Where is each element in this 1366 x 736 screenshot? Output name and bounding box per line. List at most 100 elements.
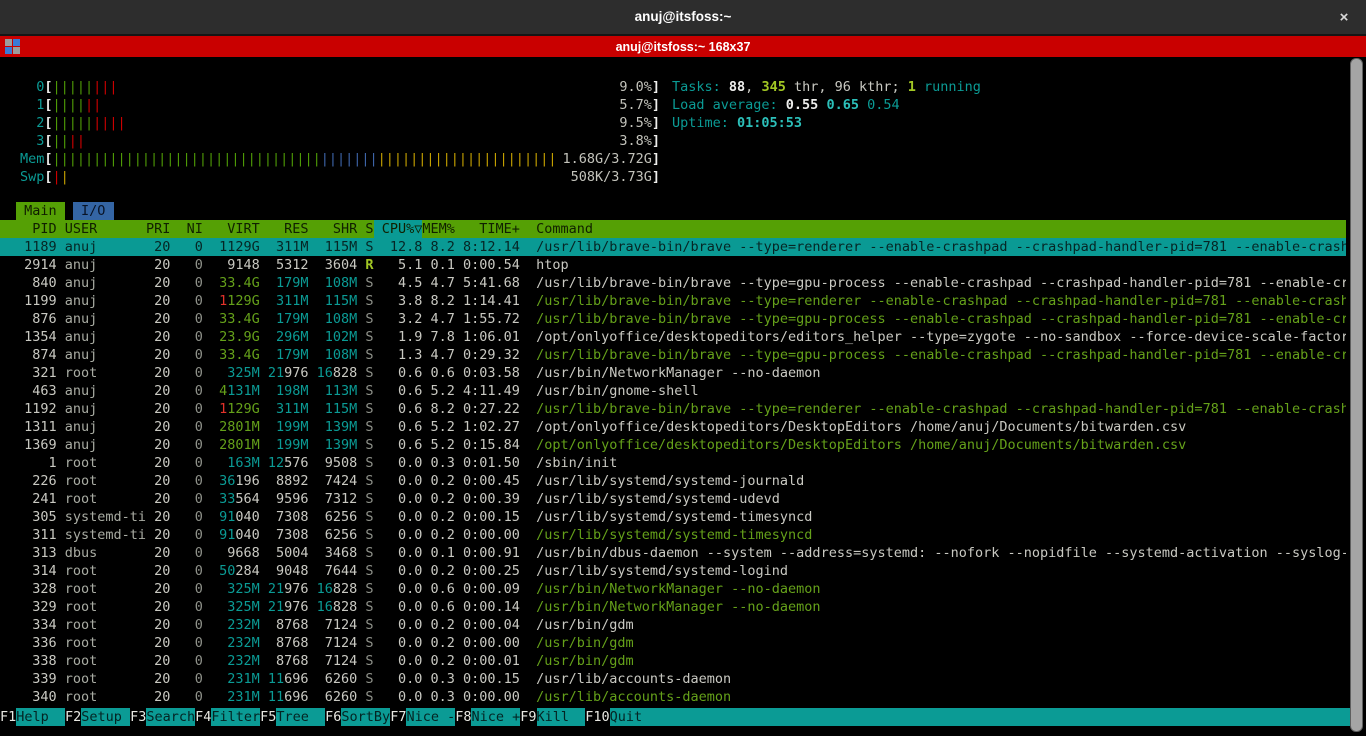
process-command: /usr/bin/NetworkManager --no-daemon <box>520 598 1346 616</box>
fkey-f1[interactable]: F1 <box>0 708 16 726</box>
header-meters-area: 0[||||||||9.0%]1[||||||5.7%]2[|||||||||9… <box>0 57 1366 186</box>
fkey-f3[interactable]: F3 <box>130 708 146 726</box>
process-row-1189[interactable]: 1189anuj2001129G311M115MS12.88.28:12.14/… <box>0 238 1346 256</box>
fkey-f6[interactable]: F6 <box>325 708 341 726</box>
column-header-time[interactable]: TIME+ <box>455 220 520 238</box>
process-command: /opt/onlyoffice/desktopeditors/DesktopEd… <box>520 436 1346 454</box>
process-command: /usr/lib/brave-bin/brave --type=gpu-proc… <box>520 346 1346 364</box>
process-row-840[interactable]: 840anuj20033.4G179M108MS4.54.75:41.68/us… <box>0 274 1346 292</box>
fkey-f9[interactable]: F9 <box>520 708 536 726</box>
process-command: /opt/onlyoffice/desktopeditors/editors_h… <box>520 328 1346 346</box>
process-command: /usr/lib/systemd/systemd-timesyncd <box>520 508 1346 526</box>
process-row-876[interactable]: 876anuj20033.4G179M108MS3.24.71:55.72/us… <box>0 310 1346 328</box>
fkey-f6-label[interactable]: SortBy <box>341 708 390 726</box>
process-command: /sbin/init <box>520 454 1346 472</box>
scrollbar-thumb[interactable] <box>1350 58 1363 732</box>
fkey-f1-label[interactable]: Help <box>16 708 65 726</box>
cpu-1-meter: 1[||||||5.7%] <box>20 96 660 114</box>
process-command: /usr/lib/brave-bin/brave --type=renderer… <box>520 238 1346 256</box>
fkey-f3-label[interactable]: Search <box>146 708 195 726</box>
column-header-shr[interactable]: SHR <box>309 220 358 238</box>
process-row-336[interactable]: 336root200232M87687124S0.00.20:00.00/usr… <box>0 634 1346 652</box>
cpu-3-meter: 3[||||3.8%] <box>20 132 660 150</box>
process-row-2914[interactable]: 2914anuj200914853123604R5.10.10:00.54hto… <box>0 256 1346 274</box>
process-command: /usr/lib/systemd/systemd-timesyncd <box>520 526 1346 544</box>
swap-value: 508K/3.73G <box>571 168 652 186</box>
cpu-3-value: 3.8% <box>619 132 652 150</box>
process-row-314[interactable]: 314root2005028490487644S0.00.20:00.25/us… <box>0 562 1346 580</box>
fkey-f2[interactable]: F2 <box>65 708 81 726</box>
process-command: /usr/bin/gnome-shell <box>520 382 1346 400</box>
process-row-321[interactable]: 321root200325M2197616828S0.60.60:03.58/u… <box>0 364 1346 382</box>
grabber-icon[interactable] <box>5 39 20 54</box>
meters-column: 0[||||||||9.0%]1[||||||5.7%]2[|||||||||9… <box>0 78 660 186</box>
column-header-mem[interactable]: MEM% <box>422 220 455 238</box>
fkey-f8-label[interactable]: Nice + <box>471 708 520 726</box>
process-row-338[interactable]: 338root200232M87687124S0.00.20:00.01/usr… <box>0 652 1346 670</box>
fkey-f7-label[interactable]: Nice - <box>406 708 455 726</box>
process-command: /usr/lib/brave-bin/brave --type=gpu-proc… <box>520 274 1346 292</box>
process-command: /opt/onlyoffice/desktopeditors/DesktopEd… <box>520 418 1346 436</box>
fkey-f4[interactable]: F4 <box>195 708 211 726</box>
process-row-311[interactable]: 311systemd-ti2009104073086256S0.00.20:00… <box>0 526 1346 544</box>
fkey-f8[interactable]: F8 <box>455 708 471 726</box>
column-header-cmd[interactable]: Command <box>520 220 1346 238</box>
cpu-0-value: 9.0% <box>619 78 652 96</box>
window-titlebar: anuj@itsfoss:~ × <box>0 0 1366 36</box>
fkey-f7[interactable]: F7 <box>390 708 406 726</box>
fkey-f2-label[interactable]: Setup <box>81 708 130 726</box>
column-header-ni[interactable]: NI <box>170 220 203 238</box>
column-header-res[interactable]: RES <box>260 220 309 238</box>
column-header-s[interactable]: S <box>357 220 373 238</box>
tab-main[interactable]: Main <box>16 202 65 220</box>
terminal-tab-bar: anuj@itsfoss:~ 168x37 <box>0 36 1366 57</box>
process-row-1354[interactable]: 1354anuj20023.9G296M102MS1.97.81:06.01/o… <box>0 328 1346 346</box>
process-row-313[interactable]: 313dbus200966850043468S0.00.10:00.91/usr… <box>0 544 1346 562</box>
process-row-226[interactable]: 226root2003619688927424S0.00.20:00.45/us… <box>0 472 1346 490</box>
process-command: /usr/lib/brave-bin/brave --type=renderer… <box>520 400 1346 418</box>
process-command: /usr/lib/systemd/systemd-logind <box>520 562 1346 580</box>
process-row-1192[interactable]: 1192anuj2001129G311M115MS0.68.20:27.22/u… <box>0 400 1346 418</box>
process-command: /usr/bin/gdm <box>520 652 1346 670</box>
process-row-1[interactable]: 1root200163M125769508S0.00.30:01.50/sbin… <box>0 454 1346 472</box>
column-header-virt[interactable]: VIRT <box>203 220 260 238</box>
process-command: /usr/bin/NetworkManager --no-daemon <box>520 580 1346 598</box>
process-row-1199[interactable]: 1199anuj2001129G311M115MS3.88.21:14.41/u… <box>0 292 1346 310</box>
process-row-334[interactable]: 334root200232M87687124S0.00.20:00.04/usr… <box>0 616 1346 634</box>
close-icon[interactable]: × <box>1334 8 1354 28</box>
tab-i-o[interactable]: I/O <box>73 202 114 220</box>
process-command: /usr/bin/gdm <box>520 634 1346 652</box>
process-row-1369[interactable]: 1369anuj2002801M199M139MS0.65.20:15.84/o… <box>0 436 1346 454</box>
fkey-f10-label[interactable]: Quit <box>610 708 1354 726</box>
process-command: htop <box>520 256 1346 274</box>
process-row-339[interactable]: 339root200231M116966260S0.00.30:00.15/us… <box>0 670 1346 688</box>
process-command: /usr/lib/brave-bin/brave --type=gpu-proc… <box>520 310 1346 328</box>
memory-value: 1.68G/3.72G <box>562 150 651 168</box>
process-command: /usr/lib/accounts-daemon <box>520 688 1346 706</box>
column-header-cpu[interactable]: CPU%▽ <box>374 220 423 238</box>
process-row-1311[interactable]: 1311anuj2002801M199M139MS0.65.21:02.27/o… <box>0 418 1346 436</box>
uptime-line: Uptime: 01:05:53 <box>672 114 981 132</box>
fkey-f9-label[interactable]: Kill <box>537 708 586 726</box>
column-header-pri[interactable]: PRI <box>146 220 170 238</box>
process-row-305[interactable]: 305systemd-ti2009104073086256S0.00.20:00… <box>0 508 1346 526</box>
fkey-f5[interactable]: F5 <box>260 708 276 726</box>
cpu-2-meter: 2[|||||||||9.5%] <box>20 114 660 132</box>
process-row-241[interactable]: 241root2003356495967312S0.00.20:00.39/us… <box>0 490 1346 508</box>
process-row-340[interactable]: 340root200231M116966260S0.00.30:00.00/us… <box>0 688 1346 706</box>
table-header-row: PID USERPRINIVIRTRESSHRSCPU%▽MEM%TIME+Com… <box>0 220 1346 238</box>
htop-screen: 0[||||||||9.0%]1[||||||5.7%]2[|||||||||9… <box>0 57 1366 736</box>
tasks-line: Tasks: 88, 345 thr, 96 kthr; 1 running <box>672 78 981 96</box>
fkey-f5-label[interactable]: Tree <box>276 708 325 726</box>
function-key-bar: F1HelpF2SetupF3SearchF4FilterF5TreeF6Sor… <box>0 708 1354 726</box>
cpu-2-value: 9.5% <box>619 114 652 132</box>
column-header-pid[interactable]: PID <box>16 220 57 238</box>
fkey-f10[interactable]: F10 <box>585 708 609 726</box>
column-header-user[interactable]: USER <box>65 220 146 238</box>
process-row-874[interactable]: 874anuj20033.4G179M108MS1.34.70:29.32/us… <box>0 346 1346 364</box>
process-row-463[interactable]: 463anuj2004131M198M113MS0.65.24:11.49/us… <box>0 382 1346 400</box>
fkey-f4-label[interactable]: Filter <box>211 708 260 726</box>
process-row-329[interactable]: 329root200325M2197616828S0.00.60:00.14/u… <box>0 598 1346 616</box>
process-command: /usr/lib/systemd/systemd-journald <box>520 472 1346 490</box>
process-row-328[interactable]: 328root200325M2197616828S0.00.60:00.09/u… <box>0 580 1346 598</box>
